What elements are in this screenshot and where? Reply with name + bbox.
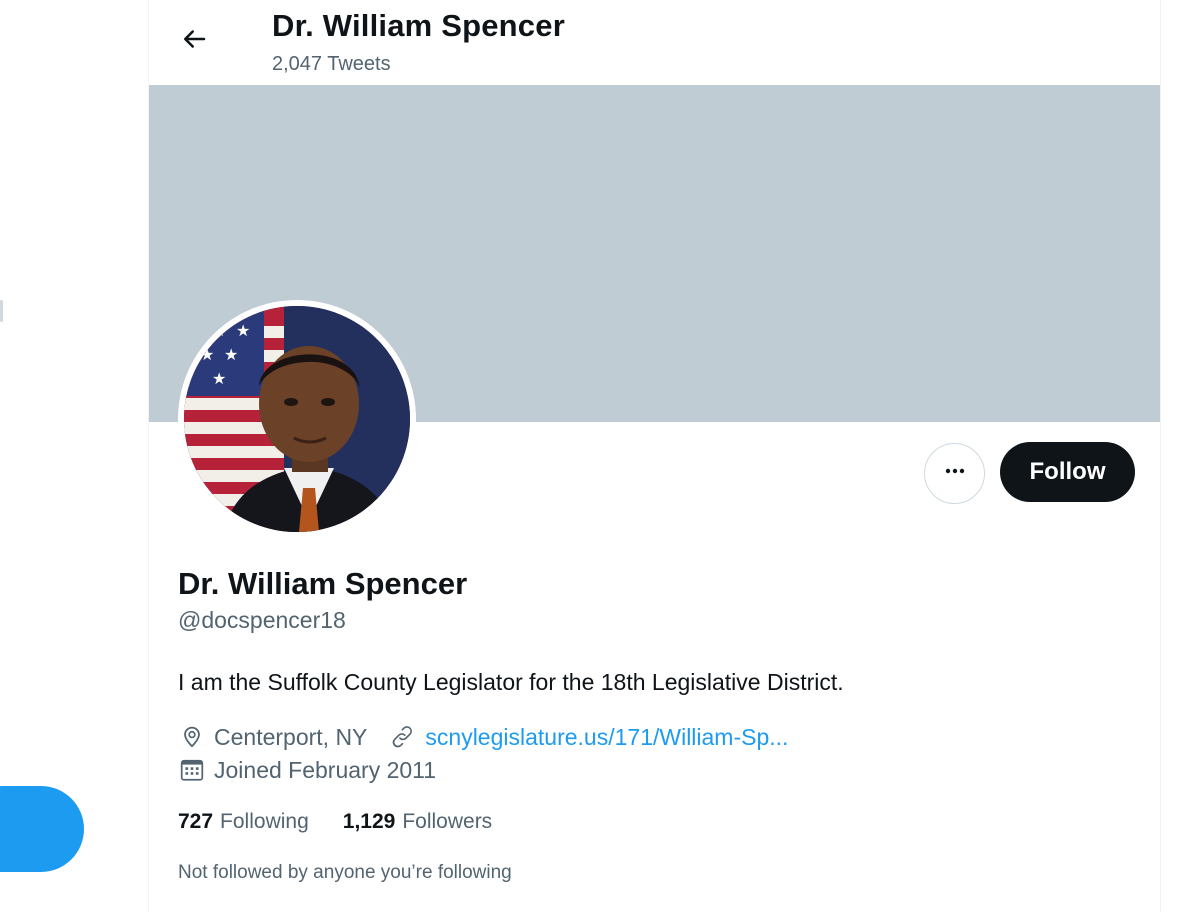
- left-navigation: [0, 0, 148, 912]
- back-button[interactable]: [173, 20, 215, 62]
- followers-label: Followers: [402, 810, 493, 833]
- svg-text:★: ★: [224, 345, 238, 364]
- followers-link[interactable]: 1,129 Followers: [343, 810, 492, 834]
- profile-location: Centerport, NY: [214, 723, 368, 750]
- profile-website-link[interactable]: scnylegislature.us/171/William-Sp...: [425, 724, 788, 751]
- profile-column: Dr. William Spencer 2,047 Tweets ★ ★ ★ ★…: [148, 0, 1161, 912]
- following-link[interactable]: 727 Following: [178, 810, 309, 834]
- profile-handle: @docspencer18: [178, 607, 346, 633]
- svg-text:★: ★: [212, 369, 226, 388]
- nav-item-edge[interactable]: [0, 300, 3, 322]
- profile-joined-date: Joined February 2011: [214, 756, 437, 783]
- calendar-icon: [178, 756, 206, 784]
- follow-stats: 727 Following 1,129 Followers: [178, 810, 492, 834]
- more-options-button[interactable]: [924, 443, 985, 504]
- profile-header-bar: Dr. William Spencer 2,047 Tweets: [149, 0, 1160, 85]
- header-title: Dr. William Spencer: [272, 8, 565, 43]
- profile-meta-row: Joined February 2011: [178, 755, 436, 785]
- header-tweet-count: 2,047 Tweets: [272, 53, 391, 75]
- link-icon: [389, 723, 417, 751]
- location-pin-icon: [178, 723, 206, 751]
- svg-text:★: ★: [236, 321, 250, 340]
- profile-bio: I am the Suffolk County Legislator for t…: [178, 669, 844, 695]
- svg-text:★: ★: [200, 345, 214, 364]
- following-count: 727: [178, 810, 214, 833]
- more-horizontal-icon: [943, 459, 967, 488]
- followers-count: 1,129: [342, 810, 396, 833]
- profile-meta-row: Centerport, NY scnylegislature.us/171/Wi…: [178, 722, 788, 752]
- avatar[interactable]: ★ ★ ★ ★ ★: [178, 300, 416, 538]
- follow-button[interactable]: Follow: [1000, 442, 1135, 502]
- arrow-left-icon: [179, 24, 209, 59]
- avatar-photo: ★ ★ ★ ★ ★: [184, 306, 410, 532]
- tweet-button[interactable]: [0, 786, 84, 872]
- profile-name: Dr. William Spencer: [178, 566, 468, 601]
- following-label: Following: [220, 810, 309, 833]
- followed-by-note: Not followed by anyone you’re following: [178, 862, 512, 883]
